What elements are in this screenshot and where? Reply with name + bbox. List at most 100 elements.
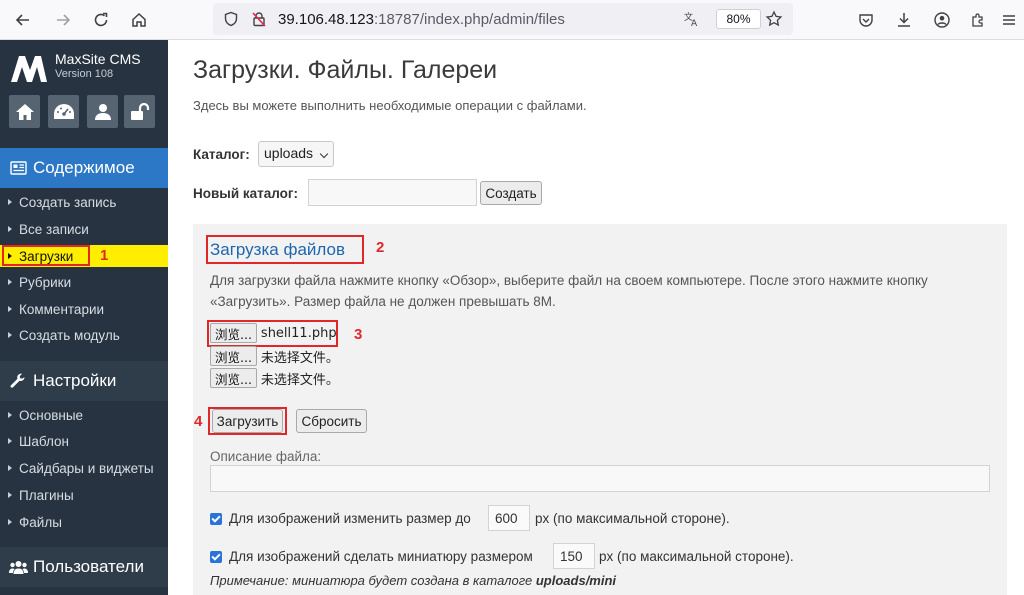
account-icon[interactable] xyxy=(931,9,953,31)
upload-title: Загрузка файлов xyxy=(210,240,346,259)
home-button[interactable] xyxy=(9,95,40,128)
menu-icon[interactable] xyxy=(998,9,1020,31)
menu-label: Шаблон xyxy=(19,433,69,449)
caret-right-icon xyxy=(8,279,12,285)
forward-icon[interactable] xyxy=(52,9,74,31)
annotation-label-2: 2 xyxy=(376,239,385,256)
insecure-lock-icon[interactable] xyxy=(250,10,268,28)
note-prefix: Примечание: миниатюра будет создана в ка… xyxy=(210,573,536,588)
section-users-label: Пользователи xyxy=(33,557,144,576)
home-icon[interactable] xyxy=(128,9,150,31)
reload-icon[interactable] xyxy=(90,9,112,31)
sidebar-item-comments[interactable]: Комментарии xyxy=(0,298,168,320)
address-bar[interactable]: 39.106.48.123:18787/index.php/admin/file… xyxy=(213,3,793,35)
url-text[interactable]: 39.106.48.123:18787/index.php/admin/file… xyxy=(278,11,565,28)
url-host: 39.106.48.123 xyxy=(278,11,374,28)
sidebar-item-general[interactable]: Основные xyxy=(0,404,168,426)
extensions-icon[interactable] xyxy=(967,9,989,31)
pocket-icon[interactable] xyxy=(855,9,877,31)
menu-label: Плагины xyxy=(19,487,74,503)
new-catalog-input[interactable] xyxy=(308,179,477,206)
section-settings[interactable]: Настройки xyxy=(0,361,168,401)
sidebar-item-categories[interactable]: Рубрики xyxy=(0,271,168,293)
browser-toolbar: 39.106.48.123:18787/index.php/admin/file… xyxy=(0,0,1024,40)
sidebar-item-sidebars-widgets[interactable]: Сайдбары и виджеты xyxy=(0,457,168,479)
catalog-label: Каталог: xyxy=(193,147,250,162)
user-icon xyxy=(94,103,111,120)
section-content[interactable]: Содержимое xyxy=(0,148,168,188)
sidebar-item-plugins[interactable]: Плагины xyxy=(0,484,168,506)
annotation-box-4 xyxy=(208,407,287,435)
resize-size-input[interactable]: 600 xyxy=(488,505,530,531)
annotation-label-4: 4 xyxy=(194,413,203,430)
profile-button[interactable] xyxy=(87,95,118,128)
unlock-icon xyxy=(130,102,149,120)
file-input-2[interactable]: 浏览... 未选择文件。 xyxy=(210,346,339,366)
browse-button[interactable]: 浏览... xyxy=(210,368,257,388)
sidebar-item-template[interactable]: Шаблон xyxy=(0,430,168,452)
menu-label: Все записи xyxy=(19,221,89,237)
upload-help-line-1: Для загрузки файла нажмите кнопку «Обзор… xyxy=(210,273,928,288)
selected-file-name: 未选择文件。 xyxy=(260,372,339,388)
menu-label: Создать модуль xyxy=(19,327,120,343)
house-icon xyxy=(15,103,34,120)
menu-label: Комментарии xyxy=(19,301,105,317)
svg-text:A: A xyxy=(691,19,698,28)
thumbnail-label: Для изображений сделать миниатюру размер… xyxy=(229,549,533,564)
maxsite-logo[interactable] xyxy=(11,56,47,86)
brand-name: MaxSite CMS xyxy=(55,51,141,67)
sidebar-item-create-post[interactable]: Создать запись xyxy=(0,191,168,213)
wrench-icon xyxy=(8,373,28,389)
thumbnail-size-input[interactable]: 150 xyxy=(553,543,595,569)
bookmark-star-icon[interactable] xyxy=(765,10,783,28)
menu-label: Создать запись xyxy=(19,194,117,210)
downloads-icon[interactable] xyxy=(893,9,915,31)
page-description: Здесь вы можете выполнить необходимые оп… xyxy=(193,98,587,113)
thumbnail-suffix: px (по максимальной стороне). xyxy=(599,549,794,564)
catalog-select-value: uploads xyxy=(264,145,314,161)
caret-right-icon xyxy=(8,412,12,418)
annotation-label-3: 3 xyxy=(354,326,363,343)
annotation-box-1 xyxy=(2,245,90,266)
upload-help-line-2: «Загрузить». Размер файла не должен прев… xyxy=(210,294,556,309)
annotation-label-1: 1 xyxy=(100,247,109,264)
caret-right-icon xyxy=(8,492,12,498)
file-input-3[interactable]: 浏览... 未选择文件。 xyxy=(210,368,339,388)
thumbnail-checkbox[interactable] xyxy=(210,551,222,563)
menu-label: Сайдбары и виджеты xyxy=(19,460,154,476)
caret-right-icon xyxy=(8,332,12,338)
file-description-label: Описание файла: xyxy=(210,449,322,464)
shield-icon[interactable] xyxy=(222,10,240,28)
create-catalog-button[interactable]: Создать xyxy=(480,181,542,205)
selected-file-name: 未选择文件。 xyxy=(260,350,339,366)
dashboard-button[interactable] xyxy=(48,95,79,128)
caret-right-icon xyxy=(8,226,12,232)
page-title: Загрузки. Файлы. Галереи xyxy=(193,56,498,84)
file-description-input[interactable] xyxy=(210,465,990,492)
back-icon[interactable] xyxy=(12,9,34,31)
sidebar-item-all-posts[interactable]: Все записи xyxy=(0,218,168,240)
browse-button[interactable]: 浏览... xyxy=(210,346,257,366)
section-settings-label: Настройки xyxy=(33,371,117,390)
translate-icon[interactable]: 文A xyxy=(683,10,701,28)
catalog-select[interactable]: uploads xyxy=(258,141,334,167)
section-content-label: Содержимое xyxy=(33,158,135,177)
users-icon xyxy=(8,559,28,575)
chevron-down-icon xyxy=(319,149,329,159)
sidebar-item-files[interactable]: Файлы xyxy=(0,511,168,533)
caret-right-icon xyxy=(8,465,12,471)
thumbnail-note: Примечание: миниатюра будет создана в ка… xyxy=(210,573,616,588)
new-catalog-label: Новый каталог: xyxy=(193,186,299,201)
newspaper-icon xyxy=(8,160,28,176)
sidebar-item-create-module[interactable]: Создать модуль xyxy=(0,324,168,346)
caret-right-icon xyxy=(8,306,12,312)
caret-right-icon xyxy=(8,519,12,525)
section-users[interactable]: Пользователи xyxy=(0,547,168,587)
url-path: :18787/index.php/admin/files xyxy=(373,11,565,28)
upload-reset-button[interactable]: Сбросить xyxy=(296,409,367,433)
menu-label: Основные xyxy=(19,407,84,423)
logout-button[interactable] xyxy=(124,95,155,128)
zoom-level[interactable]: 80% xyxy=(716,9,761,29)
caret-right-icon xyxy=(8,199,12,205)
resize-checkbox[interactable] xyxy=(210,513,222,525)
